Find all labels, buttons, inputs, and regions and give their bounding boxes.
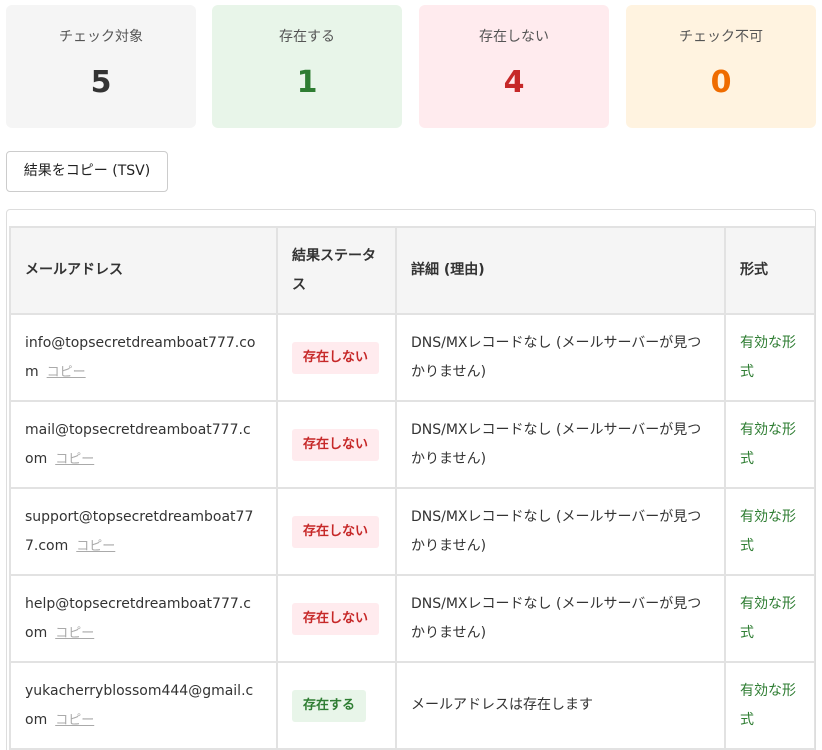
- detail-cell: DNS/MXレコードなし (メールサーバーが見つかりません): [395, 313, 726, 402]
- summary-card-uncheckable: チェック不可 0: [626, 5, 816, 128]
- email-address: support@topsecretdreamboat777.com: [25, 508, 254, 554]
- table-row: yukacherryblossom444@gmail.com コピー 存在する メール…: [9, 661, 815, 750]
- card-value: 1: [296, 65, 318, 100]
- status-cell: 存在しない: [276, 574, 397, 663]
- detail-cell: DNS/MXレコードなし (メールサーバーが見つかりません): [395, 574, 726, 663]
- card-value: 4: [503, 65, 525, 100]
- format-cell: 有効な形式: [724, 400, 815, 489]
- card-value: 0: [710, 65, 732, 100]
- results-table: メールアドレス 結果ステータス 詳細 (理由) 形式 info@topsecre…: [9, 226, 815, 750]
- email-cell: mail@topsecretdreamboat777.com コピー: [9, 400, 278, 489]
- summary-card-checked: チェック対象 5: [6, 5, 196, 128]
- format-cell: 有効な形式: [724, 487, 815, 576]
- email-cell: help@topsecretdreamboat777.com コピー: [9, 574, 278, 663]
- table-header-row: メールアドレス 結果ステータス 詳細 (理由) 形式: [9, 226, 815, 315]
- status-cell: 存在する: [276, 661, 397, 750]
- email-cell: yukacherryblossom444@gmail.com コピー: [9, 661, 278, 750]
- table-row: mail@topsecretdreamboat777.com コピー 存在しない DN…: [9, 400, 815, 489]
- status-badge: 存在する: [292, 689, 367, 722]
- status-badge: 存在しない: [292, 428, 380, 461]
- status-cell: 存在しない: [276, 487, 397, 576]
- format-cell: 有効な形式: [724, 574, 815, 663]
- copy-email-link[interactable]: コピー: [55, 713, 94, 728]
- copy-email-link[interactable]: コピー: [47, 365, 86, 380]
- table-row: support@topsecretdreamboat777.com コピー 存在しな…: [9, 487, 815, 576]
- summary-card-not-exists: 存在しない 4: [419, 5, 609, 128]
- card-label: 存在しない: [479, 29, 549, 45]
- status-badge: 存在しない: [292, 341, 380, 374]
- copy-results-tsv-button[interactable]: 結果をコピー (TSV): [6, 151, 168, 192]
- email-cell: info@topsecretdreamboat777.com コピー: [9, 313, 278, 402]
- format-cell: 有効な形式: [724, 661, 815, 750]
- card-label: チェック対象: [59, 29, 143, 45]
- detail-cell: DNS/MXレコードなし (メールサーバーが見つかりません): [395, 487, 726, 576]
- table-row: help@topsecretdreamboat777.com コピー 存在しない DN…: [9, 574, 815, 663]
- detail-cell: DNS/MXレコードなし (メールサーバーが見つかりません): [395, 400, 726, 489]
- copy-email-link[interactable]: コピー: [55, 452, 94, 467]
- copy-email-link[interactable]: コピー: [76, 539, 115, 554]
- copy-email-link[interactable]: コピー: [55, 626, 94, 641]
- status-badge: 存在しない: [292, 602, 380, 635]
- card-label: チェック不可: [679, 29, 763, 45]
- summary-card-exists: 存在する 1: [212, 5, 402, 128]
- table-row: info@topsecretdreamboat777.com コピー 存在しない DN…: [9, 313, 815, 402]
- results-table-container: メールアドレス 結果ステータス 詳細 (理由) 形式 info@topsecre…: [6, 209, 816, 750]
- header-format: 形式: [724, 226, 815, 315]
- status-cell: 存在しない: [276, 400, 397, 489]
- header-status: 結果ステータス: [276, 226, 397, 315]
- status-badge: 存在しない: [292, 515, 380, 548]
- card-label: 存在する: [279, 29, 335, 45]
- header-email: メールアドレス: [9, 226, 278, 315]
- summary-cards: チェック対象 5 存在する 1 存在しない 4 チェック不可 0: [6, 5, 816, 128]
- header-detail: 詳細 (理由): [395, 226, 726, 315]
- detail-cell: メールアドレスは存在します: [395, 661, 726, 750]
- status-cell: 存在しない: [276, 313, 397, 402]
- email-cell: support@topsecretdreamboat777.com コピー: [9, 487, 278, 576]
- card-value: 5: [90, 65, 112, 100]
- format-cell: 有効な形式: [724, 313, 815, 402]
